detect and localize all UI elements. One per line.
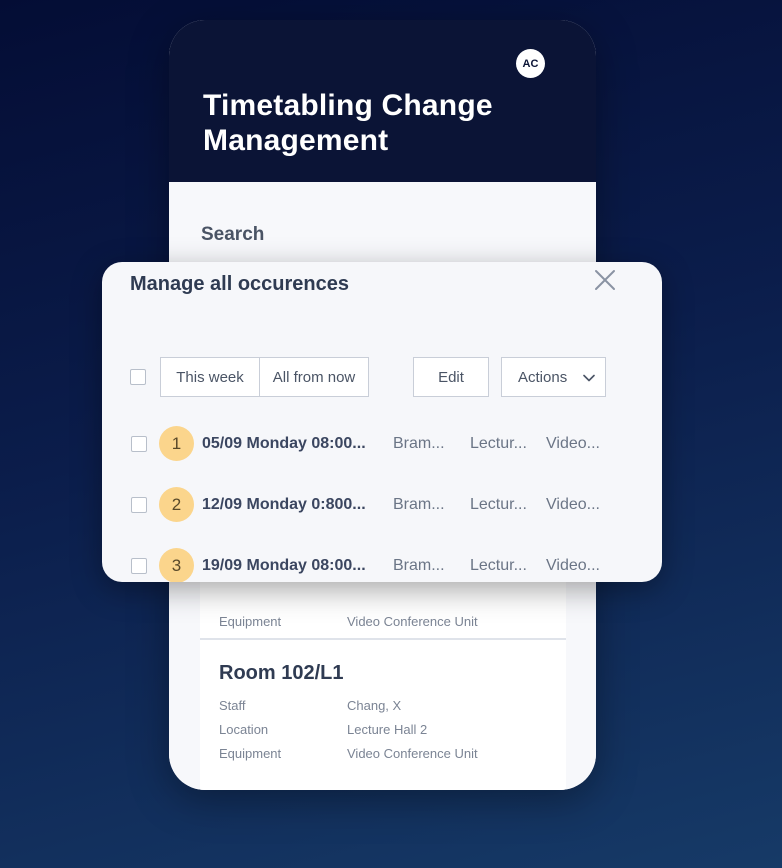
occurrence-row[interactable]: 1 05/09 Monday 08:00... Bram... Lectur..… (102, 424, 662, 464)
edit-button[interactable]: Edit (413, 357, 489, 397)
result-card[interactable]: Room 102/L1 Staff Chang, X Location Lect… (200, 640, 566, 790)
range-segmented-control: This week All from now (160, 357, 369, 397)
actions-dropdown[interactable]: Actions (501, 357, 606, 397)
equipment-value: Video Conference Unit (347, 746, 478, 761)
chevron-down-icon (583, 374, 595, 382)
avatar[interactable]: AC (516, 49, 545, 78)
staff-label: Staff (219, 698, 246, 713)
occurrence-date: 12/09 Monday 0:800... (202, 496, 366, 513)
occurrence-row[interactable]: 3 19/09 Monday 08:00... Bram... Lectur..… (102, 546, 662, 582)
close-button[interactable] (593, 268, 617, 292)
location-row: Location Lecture Hall 2 (219, 722, 427, 737)
manage-occurrences-modal: Manage all occurences This week All from… (102, 262, 662, 582)
equipment-row: Equipment Video Conference Unit (219, 614, 478, 629)
row-checkbox[interactable] (131, 497, 147, 513)
this-week-button[interactable]: This week (161, 358, 260, 396)
page-title: Timetabling Change Management (203, 89, 493, 157)
occurrence-type: Lectur... (470, 557, 527, 574)
occurrence-equipment: Video... (546, 557, 600, 574)
app-header: AC Timetabling Change Management (169, 20, 596, 182)
equipment-row: Equipment Video Conference Unit (219, 746, 478, 761)
occurrence-equipment: Video... (546, 496, 600, 513)
equipment-value: Video Conference Unit (347, 614, 478, 629)
occurrence-row[interactable]: 2 12/09 Monday 0:800... Bram... Lectur..… (102, 485, 662, 525)
actions-label: Actions (518, 368, 568, 386)
occurrence-date: 19/09 Monday 08:00... (202, 557, 366, 574)
occurrence-number-badge: 2 (159, 487, 194, 522)
occurrence-location: Bram... (393, 557, 445, 574)
occurrence-number-badge: 3 (159, 548, 194, 582)
occurrence-date: 05/09 Monday 08:00... (202, 435, 366, 452)
row-checkbox[interactable] (131, 558, 147, 574)
all-from-now-button[interactable]: All from now (260, 358, 368, 396)
occurrence-type: Lectur... (470, 435, 527, 452)
room-title: Room 102/L1 (219, 662, 344, 684)
modal-title: Manage all occurences (130, 273, 349, 295)
occurrence-equipment: Video... (546, 435, 600, 452)
occurrence-type: Lectur... (470, 496, 527, 513)
equipment-label: Equipment (219, 746, 282, 761)
occurrence-location: Bram... (393, 496, 445, 513)
close-icon (595, 270, 615, 290)
search-label: Search (201, 224, 265, 245)
staff-row: Staff Chang, X (219, 698, 401, 713)
occurrence-location: Bram... (393, 435, 445, 452)
location-label: Location (219, 722, 269, 737)
select-all-checkbox[interactable] (130, 369, 146, 385)
staff-value: Chang, X (347, 698, 402, 713)
location-value: Lecture Hall 2 (347, 722, 428, 737)
occurrence-number-badge: 1 (159, 426, 194, 461)
row-checkbox[interactable] (131, 436, 147, 452)
equipment-label: Equipment (219, 614, 282, 629)
